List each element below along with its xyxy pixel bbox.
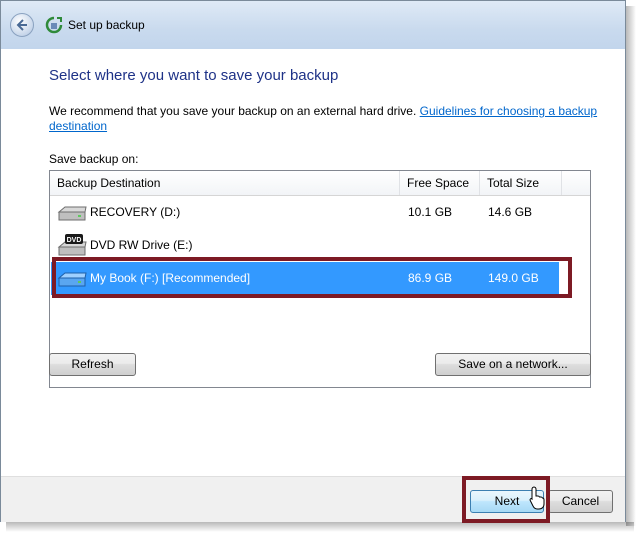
window-shadow-right	[626, 6, 636, 526]
cancel-button[interactable]: Cancel	[548, 490, 613, 513]
backup-app-icon	[45, 16, 63, 34]
column-header-total-size[interactable]: Total Size	[480, 171, 562, 195]
column-header-destination[interactable]: Backup Destination	[50, 171, 400, 195]
list-item-recovery[interactable]: RECOVERY (D:) 10.1 GB 14.6 GB	[51, 196, 559, 229]
list-header: Backup Destination Free Space Total Size	[50, 171, 590, 196]
free-space-value: 10.1 GB	[408, 205, 453, 219]
hand-cursor-icon	[529, 486, 545, 510]
save-on-network-button[interactable]: Save on a network...	[435, 353, 591, 376]
back-button[interactable]	[10, 13, 34, 37]
setup-backup-window: Set up backup Select where you want to s…	[0, 0, 626, 523]
title-bar: Set up backup	[1, 1, 625, 49]
hard-drive-icon	[57, 206, 87, 221]
dvd-drive-icon: DVD	[57, 234, 87, 256]
window-title: Set up backup	[68, 18, 145, 32]
window-shadow-bottom	[6, 522, 634, 532]
intro-paragraph: We recommend that you save your backup o…	[49, 104, 609, 134]
save-backup-on-label: Save backup on:	[49, 152, 139, 166]
selection-highlight-box	[52, 257, 572, 298]
content-area: Select where you want to save your backu…	[1, 49, 625, 476]
column-header-free-space[interactable]: Free Space	[400, 171, 480, 195]
intro-text: We recommend that you save your backup o…	[49, 104, 420, 118]
page-heading: Select where you want to save your backu…	[49, 67, 339, 84]
destination-name: RECOVERY (D:)	[90, 205, 181, 219]
svg-text:DVD: DVD	[67, 237, 82, 244]
refresh-button[interactable]: Refresh	[49, 353, 136, 376]
total-size-value: 14.6 GB	[488, 205, 533, 219]
back-arrow-icon	[16, 19, 27, 31]
